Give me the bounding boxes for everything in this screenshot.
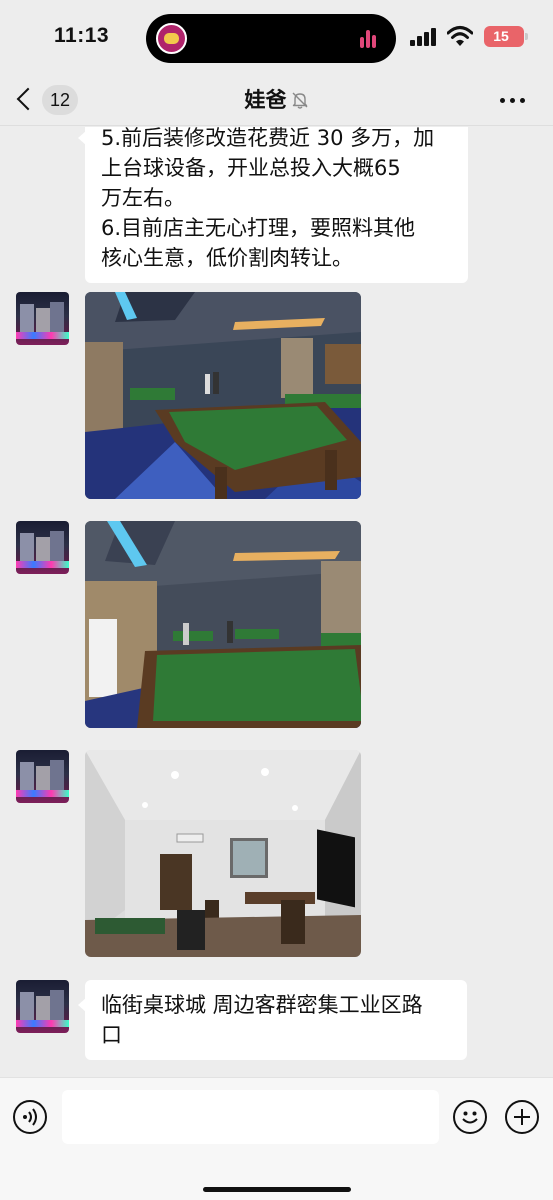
audio-bars-icon [360,28,380,48]
message-image-billiard-hall-1[interactable] [85,292,361,499]
sender-avatar[interactable] [16,292,69,345]
message-line: 万左右。 [101,186,185,210]
chat-input-bar [0,1077,553,1200]
dynamic-island[interactable] [146,14,396,63]
wifi-icon [447,26,473,46]
sender-avatar[interactable] [16,980,69,1033]
more-actions-button[interactable] [505,1100,539,1134]
emoji-button[interactable] [453,1100,487,1134]
status-bar: 11:13 15 [0,0,553,76]
message-line: 口 [101,1023,122,1047]
message-line: 6.目前店主无心打理，要照料其他 [101,216,416,240]
message-bubble-text[interactable]: 临街桌球城 周边客群密集工业区路 口 [78,980,467,1060]
status-time: 11:13 [54,24,110,47]
sender-avatar[interactable] [16,750,69,803]
message-list[interactable]: 5.前后装修改造花费近 30 多万，加 上台球设备，开业总投入大概65 万左右。… [0,127,553,1077]
voice-wave-icon [23,1108,37,1126]
battery-level: 15 [493,28,509,44]
chat-title-wrap: 娃爸 [0,82,553,118]
message-image-lounge-room[interactable] [85,750,361,957]
message-line: 5.前后装修改造花费近 30 多万，加 [101,127,435,150]
cellular-signal-icon [410,28,436,46]
battery-icon: 15 [484,26,528,47]
more-dots-icon [500,98,505,103]
home-indicator[interactable] [203,1187,351,1192]
message-input[interactable] [62,1090,439,1144]
sender-avatar[interactable] [16,521,69,574]
bell-off-icon [292,92,307,109]
music-app-icon [156,23,187,54]
chat-title: 娃爸 [244,88,287,112]
message-line: 上台球设备，开业总投入大概65 [101,156,401,180]
more-options-button[interactable] [500,96,530,106]
message-bubble-text[interactable]: 5.前后装修改造花费近 30 多万，加 上台球设备，开业总投入大概65 万左右。… [78,127,468,283]
chat-header: 12 娃爸 [0,76,553,126]
message-line: 临街桌球城 周边客群密集工业区路 [101,993,423,1017]
smile-icon [462,1111,478,1124]
voice-input-button[interactable] [13,1100,47,1134]
message-line: 核心生意，低价割肉转让。 [101,246,353,270]
message-image-billiard-hall-2[interactable] [85,521,361,728]
